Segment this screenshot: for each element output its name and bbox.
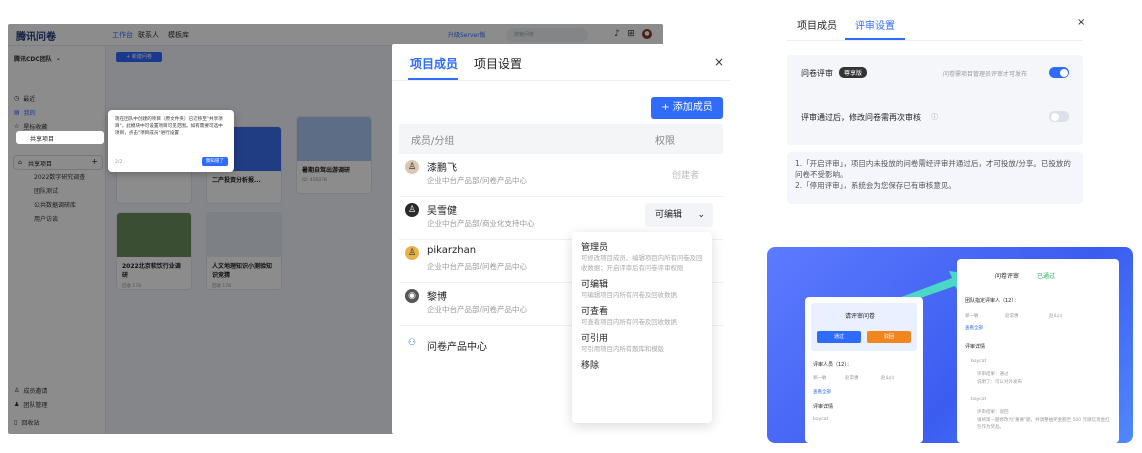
avatar: ◉ <box>405 289 419 303</box>
reviewer: 赵山川 <box>1049 314 1063 319</box>
result-pass: 评审结果：通过 <box>977 372 1009 377</box>
menu-item-desc: 可编辑项目内所有问卷及回收数据 <box>581 291 677 299</box>
toggle-knob <box>1050 112 1059 121</box>
avatar: ♙ <box>405 203 419 217</box>
result-title: 问卷评审 <box>995 273 1020 280</box>
menu-item-edit[interactable]: 可编辑 <box>581 277 703 290</box>
menu-item-remove[interactable]: 移除 <box>581 358 703 371</box>
note-item: 1.「开启评审」，项目内未投放的问卷需经评审并通过后，才可投放/分享。已投放的问… <box>795 159 1071 179</box>
tab-members[interactable]: 项目成员 <box>410 55 458 72</box>
menu-item-desc: 可查看项目内所有问卷及回收数据 <box>581 318 677 326</box>
status-badge: 已通过 <box>1037 273 1056 280</box>
tab-members[interactable]: 项目成员 <box>797 17 837 32</box>
permission-dropdown: 管理员 可修改项目成员、编辑项目内所有问卷及回收数据；开启评审后有问卷评审权限 … <box>572 232 712 423</box>
reviewer: 赵山川 <box>881 376 895 381</box>
reviewer: 赵常惠 <box>1005 314 1019 319</box>
details-label: 评审详情 <box>813 404 834 410</box>
comment: 请将第一题修改为"重要"题，并调整抽奖金额至 500 元微信现金红包作为奖品。 <box>977 418 1110 430</box>
review-label: 问卷评审 <box>801 69 833 78</box>
add-member-button[interactable]: + 添加成员 <box>651 97 723 119</box>
reviewer: 赵常惠 <box>845 376 859 381</box>
member-name: pikarzhan <box>427 245 477 256</box>
details-label: 评审详情 <box>965 344 986 350</box>
divider <box>787 40 1083 41</box>
note-item: 2.「停用评审」，系统会为您保存已有审核意见。 <box>795 181 956 190</box>
comment: 说明了：可以对外发布 <box>977 380 1022 385</box>
reviewers-label: 评审人员（12）： <box>813 362 852 368</box>
reviewer-user: baycat <box>971 397 987 402</box>
menu-item-view[interactable]: 可查看 <box>581 304 703 317</box>
member-dept: 企业中台产品部/商业化支持中心 <box>427 219 535 228</box>
permission-select[interactable]: 可编辑 ⌄ <box>645 203 713 227</box>
team-reviewers-label: 团队指定评审人（12）： <box>965 298 1019 304</box>
group-icon: ⚇ <box>407 338 417 348</box>
info-icon[interactable]: ⓘ <box>931 112 938 122</box>
tooltip-step: 2/2 <box>115 160 123 165</box>
re-review-toggle[interactable] <box>1049 111 1069 122</box>
column-member: 成员/分组 <box>411 136 455 147</box>
review-toggle[interactable] <box>1049 67 1069 78</box>
review-request-card: 请评审问卷 通过 驳回 评审人员（12）： 郑一敏 赵常惠 赵山川 查看全部 评… <box>805 297 923 443</box>
permission-value: 可编辑 <box>655 210 683 220</box>
toggle-knob <box>1059 68 1068 77</box>
reviewer: 郑一敏 <box>965 314 979 319</box>
menu-item-admin[interactable]: 管理员 <box>581 240 703 253</box>
review-settings-box: 问卷评审 尊享版 问卷需项目管理员评审才可发布 评审通过后，修改问卷需再次审核 … <box>787 55 1083 145</box>
guide-tooltip: 现在团队中创建的项目（原文件夹）已迁移至"共享项目"，此模块中可设置项目可见范围… <box>108 110 234 172</box>
reviewer: 郑一敏 <box>813 376 827 381</box>
sidebar-item-shared-highlight[interactable]: 共享项目 <box>16 131 104 144</box>
table-header: 成员/分组 权限 <box>399 124 723 154</box>
menu-item-desc: 可引用项目内所有题库和模版 <box>581 345 665 353</box>
premium-badge: 尊享版 <box>839 67 868 78</box>
reviewer-user: baycat <box>813 417 829 422</box>
request-title: 请评审问卷 <box>845 313 876 320</box>
re-review-label: 评审通过后，修改问卷需再次审核 <box>801 113 921 122</box>
close-icon[interactable]: × <box>714 55 724 69</box>
close-icon[interactable]: × <box>1077 17 1085 28</box>
view-all-link: 查看全部 <box>965 326 983 331</box>
got-it-button[interactable]: 我知道了 <box>201 157 228 166</box>
reject-button: 驳回 <box>867 331 911 343</box>
member-dept: 企业中台产品部/问卷产品中心 <box>427 176 528 185</box>
tab-review-settings[interactable]: 评审设置 <box>855 17 895 32</box>
column-permission: 权限 <box>655 136 675 147</box>
menu-item-reference[interactable]: 可引用 <box>581 331 703 344</box>
divider <box>392 80 730 81</box>
member-name: 问卷产品中心 <box>427 342 487 353</box>
review-hint: 问卷需项目管理员评审才可发布 <box>943 71 1028 78</box>
avatar: ♙ <box>405 246 419 260</box>
member-permission: 创建者 <box>671 171 699 181</box>
result-reject: 评审结果：驳回 <box>977 410 1009 415</box>
tab-settings[interactable]: 项目设置 <box>474 55 522 72</box>
table-row: ♙ 漆鹏飞 企业中台产品部/问卷产品中心 创建者 <box>399 154 723 197</box>
review-result-card: 问卷评审 已通过 团队指定评审人（12）： 郑一敏 赵常惠 赵山川 查看全部 评… <box>957 259 1119 443</box>
view-all-link: 查看全部 <box>813 390 831 395</box>
member-dept: 企业中台产品部/问卷产品中心 <box>427 305 528 314</box>
pass-button: 通过 <box>817 331 861 343</box>
review-illustration: 请评审问卷 通过 驳回 评审人员（12）： 郑一敏 赵常惠 赵山川 查看全部 评… <box>767 247 1133 443</box>
chevron-down-icon: ⌄ <box>697 210 705 220</box>
menu-item-desc: 可修改项目成员、编辑项目内所有问卷及回收数据；开启评审后有问卷评审权限 <box>581 254 703 272</box>
review-notes: 1.「开启评审」，项目内未投放的问卷需经评审并通过后，才可投放/分享。已投放的问… <box>787 152 1083 204</box>
reviewer-user: baycat <box>971 359 987 364</box>
tooltip-text: 现在团队中创建的项目（原文件夹）已迁移至"共享项目"，此模块中可设置项目可见范围… <box>115 117 223 136</box>
member-name: 黎博 <box>427 292 447 303</box>
member-name: 吴雪健 <box>427 206 457 217</box>
member-dept: 企业中台产品部/问卷产品中心 <box>427 262 528 271</box>
avatar: ♙ <box>405 160 419 174</box>
member-name: 漆鹏飞 <box>427 163 457 174</box>
